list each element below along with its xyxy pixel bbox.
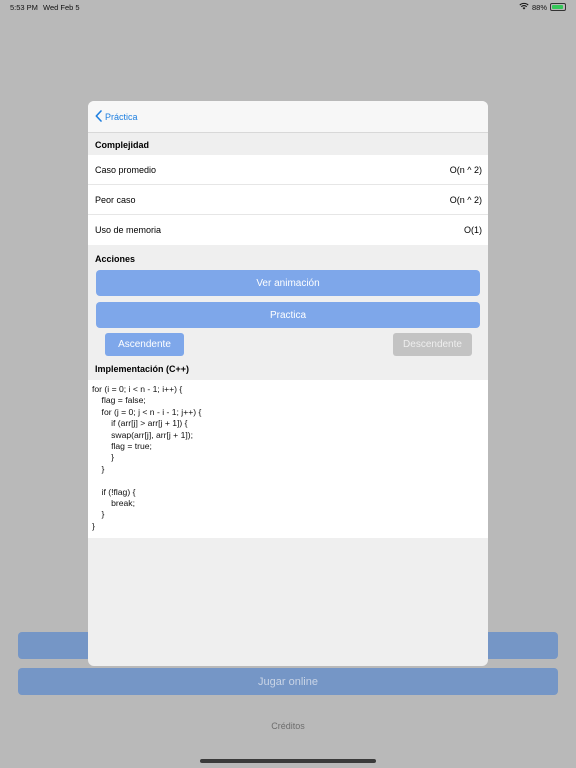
status-bar: 5:53 PM Wed Feb 5 88%: [0, 0, 576, 14]
implementation-header: Implementación (C++): [95, 364, 190, 374]
chevron-left-icon: [95, 109, 105, 124]
row-value: O(n ^ 2): [449, 194, 482, 205]
code-block: for (i = 0; i < n - 1; i++) { flag = fal…: [88, 380, 488, 538]
complexity-list: Caso promedio O(n ^ 2) Peor caso O(n ^ 2…: [88, 155, 488, 245]
battery-percent: 88%: [531, 2, 547, 12]
status-time: 5:53 PM: [10, 3, 38, 12]
actions-header: Acciones: [95, 254, 136, 264]
complexity-row-worst: Peor caso O(n ^ 2): [88, 185, 488, 215]
practice-modal: Práctica Complejidad Caso promedio O(n ^…: [88, 101, 488, 666]
play-online-button[interactable]: Jugar online: [18, 668, 558, 695]
status-indicators: 88%: [519, 2, 566, 12]
status-date: Wed Feb 5: [43, 3, 80, 12]
complexity-row-average: Caso promedio O(n ^ 2): [88, 155, 488, 185]
back-button-label: Práctica: [105, 111, 138, 122]
complexity-header: Complejidad: [95, 140, 150, 150]
wifi-icon: [519, 2, 529, 12]
home-indicator[interactable]: [200, 759, 376, 763]
practice-button[interactable]: Practica: [96, 302, 480, 328]
navigation-bar: Práctica: [88, 101, 488, 133]
row-label: Caso promedio: [95, 164, 157, 175]
view-animation-button[interactable]: Ver animación: [96, 270, 480, 296]
back-button[interactable]: Práctica: [95, 109, 138, 124]
descending-button[interactable]: Descendente: [393, 333, 472, 356]
ascending-button[interactable]: Ascendente: [105, 333, 184, 356]
battery-fill: [552, 5, 563, 9]
credits-link[interactable]: Créditos: [0, 721, 576, 731]
row-label: Uso de memoria: [95, 225, 162, 235]
row-value: O(1): [464, 225, 482, 235]
row-label: Peor caso: [95, 194, 136, 205]
complexity-row-memory: Uso de memoria O(1): [88, 215, 488, 245]
battery-icon: [550, 3, 566, 11]
sort-order-controls: Ascendente Descendente: [88, 333, 488, 363]
row-value: O(n ^ 2): [449, 164, 482, 175]
